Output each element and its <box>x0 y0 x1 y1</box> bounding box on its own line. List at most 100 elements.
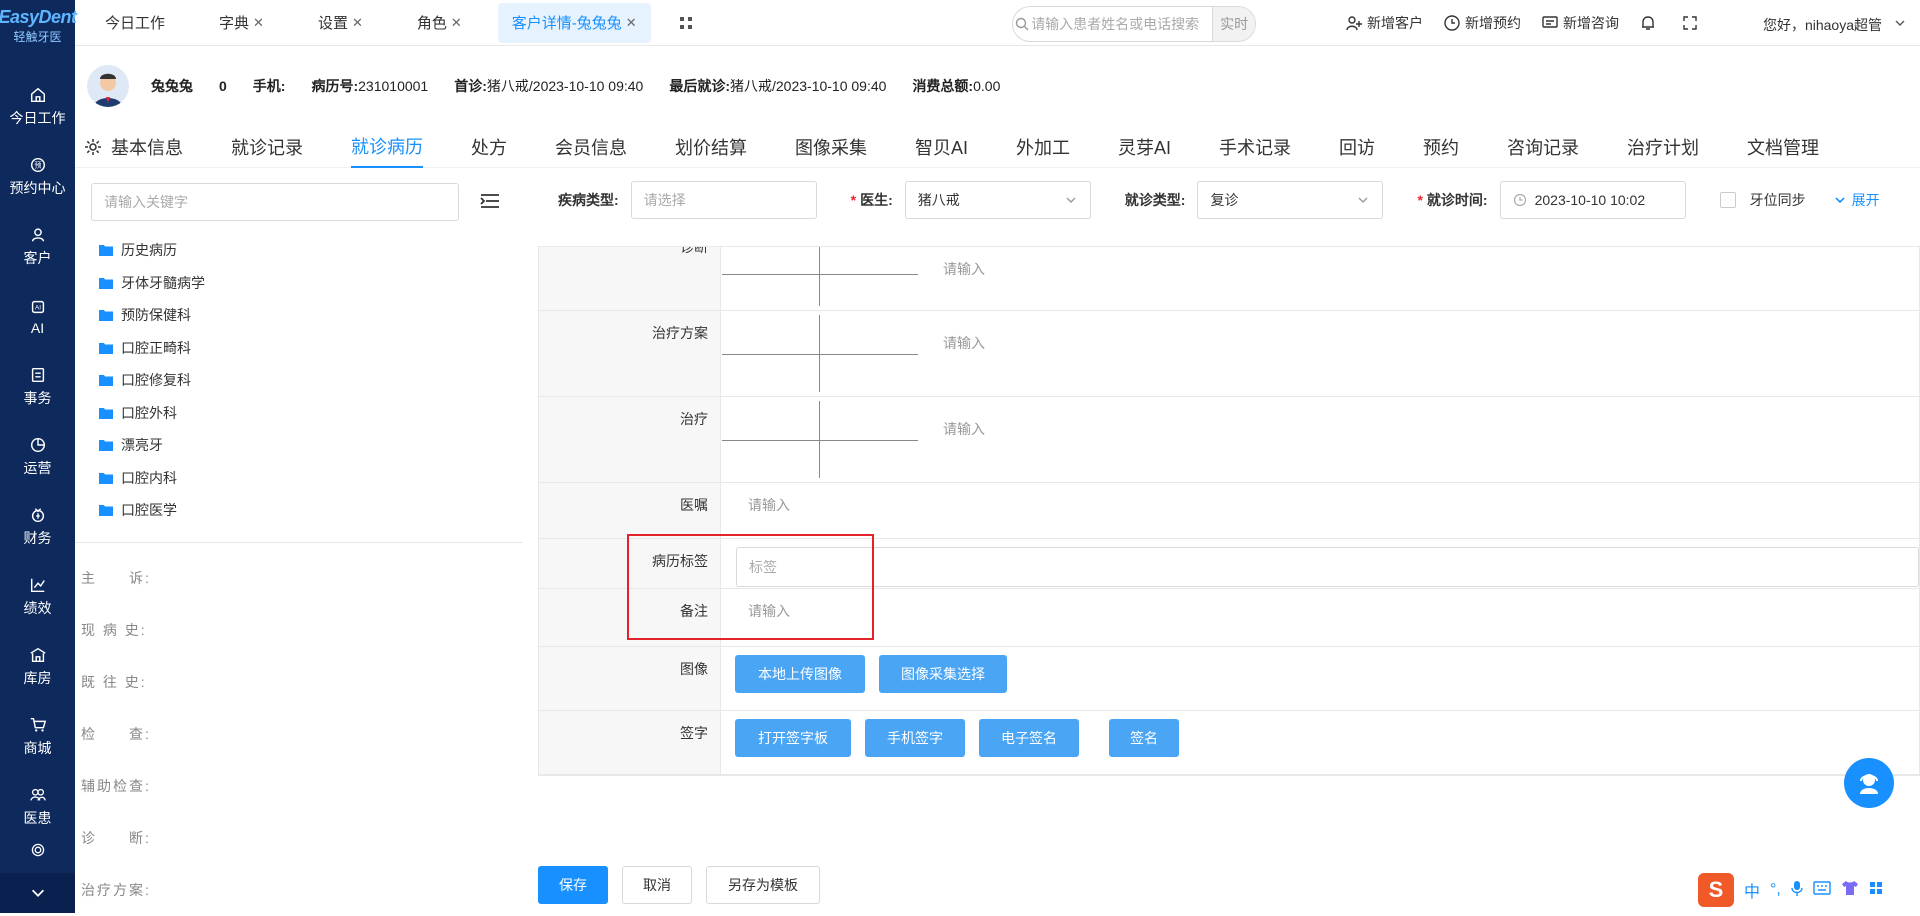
nav-item-appointment[interactable]: 预 预约中心 <box>0 142 75 212</box>
save-button[interactable]: 保存 <box>538 866 608 904</box>
open-sign-pad-button[interactable]: 打开签字板 <box>735 719 851 757</box>
tab-customer-detail[interactable]: 客户详情-兔兔兔✕ <box>498 3 651 43</box>
treatment-plan-input[interactable]: 请输入 <box>943 333 985 353</box>
tab-role[interactable]: 角色✕ <box>403 3 476 43</box>
mic-icon[interactable] <box>1791 880 1803 901</box>
search-mode-button[interactable]: 实时 <box>1212 7 1255 41</box>
chevron-down-icon <box>1356 193 1370 207</box>
close-icon[interactable]: ✕ <box>626 15 637 31</box>
ptab-followup[interactable]: 回访 <box>1339 126 1375 168</box>
tab-settings[interactable]: 设置✕ <box>304 3 377 43</box>
punctuation-icon[interactable]: °, <box>1770 881 1781 899</box>
tree-item[interactable]: 口腔内科 <box>99 462 205 495</box>
tooth-sync-checkbox[interactable] <box>1720 192 1736 208</box>
sign-button[interactable]: 签名 <box>1109 719 1179 757</box>
ptab-prescription[interactable]: 处方 <box>471 126 507 168</box>
doctor-select[interactable]: 猪八戒 <box>905 181 1091 219</box>
doctor-advice-input[interactable]: 请输入 <box>748 495 790 515</box>
notification-button[interactable] <box>1639 14 1661 32</box>
nav-item-mall[interactable]: 商城 <box>0 702 75 772</box>
ptab-lingya-ai[interactable]: 灵芽AI <box>1118 126 1171 168</box>
ptab-billing[interactable]: 划价结算 <box>675 126 747 168</box>
image-capture-select-button[interactable]: 图像采集选择 <box>879 655 1007 693</box>
nav-item-today[interactable]: 今日工作 <box>0 72 75 142</box>
fullscreen-button[interactable] <box>1681 14 1703 32</box>
menu-icon[interactable] <box>480 193 500 214</box>
expand-button[interactable]: 展开 <box>1834 190 1880 210</box>
ptab-appointment[interactable]: 预约 <box>1423 126 1459 168</box>
chevron-down-icon[interactable] <box>1894 16 1906 34</box>
tab-dictionary[interactable]: 字典✕ <box>205 3 278 43</box>
diagnosis-input[interactable]: 请输入 <box>943 259 985 279</box>
nav-item-more[interactable] <box>0 842 75 862</box>
tree-item[interactable]: 口腔医学 <box>99 494 205 527</box>
sidebar-collapse-button[interactable] <box>0 873 75 913</box>
folder-icon <box>99 504 113 516</box>
cancel-button[interactable]: 取消 <box>622 866 692 904</box>
visit-type-select[interactable]: 复诊 <box>1197 181 1383 219</box>
save-as-template-button[interactable]: 另存为模板 <box>706 866 820 904</box>
close-icon[interactable]: ✕ <box>451 15 462 31</box>
ptab-visit-record[interactable]: 就诊记录 <box>231 126 303 168</box>
ptab-treatment-plan[interactable]: 治疗计划 <box>1627 126 1699 168</box>
visit-time-picker[interactable]: 2023-10-10 10:02 <box>1500 181 1686 219</box>
mobile-sign-button[interactable]: 手机签字 <box>865 719 965 757</box>
tooth-position-chart[interactable] <box>722 311 918 396</box>
keyboard-icon[interactable] <box>1813 881 1831 900</box>
nav-item-finance[interactable]: 财务 <box>0 492 75 562</box>
e-signature-button[interactable]: 电子签名 <box>979 719 1079 757</box>
nav-item-ai[interactable]: AI AI <box>0 282 75 352</box>
ptab-medical-record[interactable]: 就诊病历 <box>351 126 423 168</box>
skin-icon[interactable] <box>1841 880 1859 901</box>
ime-logo: S <box>1698 873 1734 907</box>
nav-item-task[interactable]: 事务 <box>0 352 75 422</box>
tooth-position-chart[interactable] <box>722 397 918 482</box>
ptab-documents[interactable]: 文档管理 <box>1747 126 1819 168</box>
customer-service-button[interactable] <box>1844 758 1894 808</box>
search-input[interactable] <box>1031 16 1212 32</box>
ptab-basic-info[interactable]: 基本信息 <box>83 126 183 168</box>
disease-type-select[interactable]: 请选择 <box>631 181 817 219</box>
treatment-input[interactable]: 请输入 <box>943 419 985 439</box>
close-icon[interactable]: ✕ <box>253 15 264 31</box>
tree-item[interactable]: 口腔修复科 <box>99 364 205 397</box>
ptab-consultation[interactable]: 咨询记录 <box>1507 126 1579 168</box>
tree-item[interactable]: 牙体牙髓病学 <box>99 267 205 300</box>
add-consultation-button[interactable]: 新增咨询 <box>1541 13 1619 33</box>
ptab-zhibei-ai[interactable]: 智贝AI <box>915 126 968 168</box>
fullscreen-icon <box>1681 14 1699 32</box>
tree-item[interactable]: 预防保健科 <box>99 299 205 332</box>
form-row-image: 图像 本地上传图像 图像采集选择 <box>539 647 1919 711</box>
patient-count: 0 <box>219 78 227 94</box>
nav-item-performance[interactable]: 绩效 <box>0 562 75 632</box>
nav-item-operation[interactable]: 运营 <box>0 422 75 492</box>
finance-icon <box>29 506 47 524</box>
upload-image-button[interactable]: 本地上传图像 <box>735 655 865 693</box>
nav-item-warehouse[interactable]: 库房 <box>0 632 75 702</box>
nav-item-customer[interactable]: 客户 <box>0 212 75 282</box>
grid-menu-button[interactable] <box>671 16 701 30</box>
add-appointment-button[interactable]: 新增预约 <box>1443 13 1521 33</box>
tree-item[interactable]: 漂亮牙 <box>99 429 205 462</box>
keyword-input[interactable] <box>104 194 458 210</box>
svg-text:预: 预 <box>34 161 41 170</box>
ptab-surgery[interactable]: 手术记录 <box>1219 126 1291 168</box>
chevron-down-icon <box>1834 194 1846 206</box>
tree-item[interactable]: 口腔正畸科 <box>99 332 205 365</box>
close-icon[interactable]: ✕ <box>352 15 363 31</box>
ime-toolbar: S 中 °, <box>1698 872 1920 908</box>
ime-lang[interactable]: 中 <box>1744 878 1760 902</box>
record-tag-input[interactable]: 标签 <box>736 547 1919 587</box>
tab-today[interactable]: 今日工作 <box>91 3 179 43</box>
user-greeting[interactable]: 您好，nihaoya超管 <box>1763 15 1882 35</box>
ptab-imaging[interactable]: 图像采集 <box>795 126 867 168</box>
grid-icon[interactable] <box>1869 881 1883 900</box>
nav-item-doctor-patient[interactable]: 医患 <box>0 772 75 842</box>
tree-item[interactable]: 历史病历 <box>99 234 205 267</box>
ptab-outsourcing[interactable]: 外加工 <box>1016 126 1070 168</box>
add-customer-button[interactable]: 新增客户 <box>1345 13 1423 33</box>
user-icon <box>29 226 47 244</box>
tooth-position-chart[interactable] <box>722 246 918 310</box>
ptab-member[interactable]: 会员信息 <box>555 126 627 168</box>
tree-item[interactable]: 口腔外科 <box>99 397 205 430</box>
